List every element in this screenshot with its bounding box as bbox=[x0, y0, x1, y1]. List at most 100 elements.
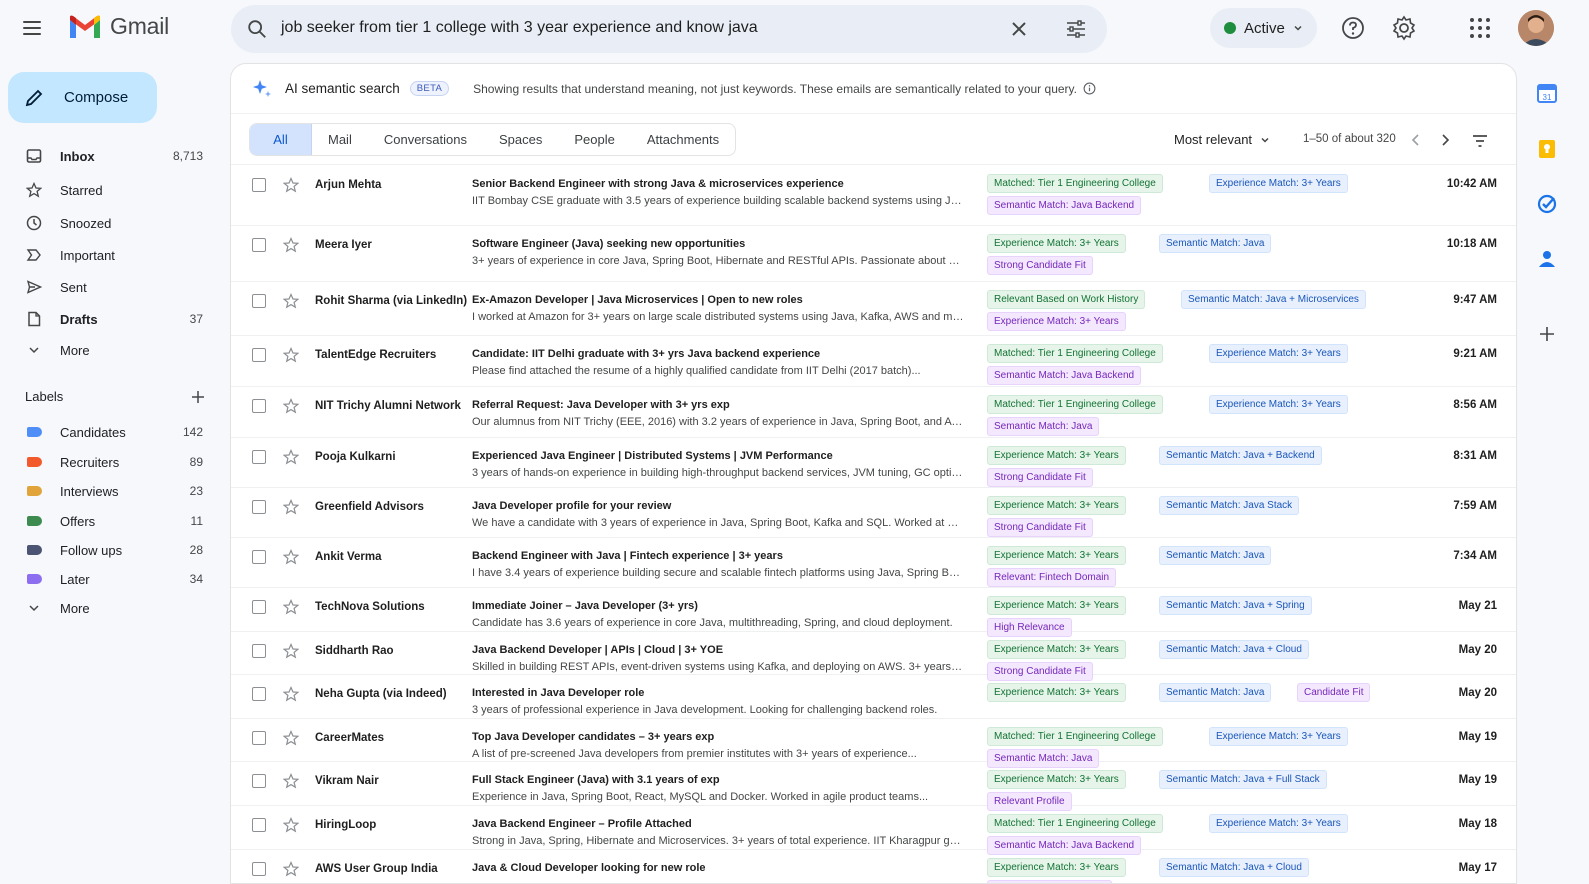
contacts-icon[interactable] bbox=[1536, 248, 1558, 270]
sidebar-item-label: Important bbox=[60, 247, 115, 263]
sidebar-item-drafts[interactable]: Drafts 37 bbox=[0, 304, 216, 334]
match-chip: Semantic Match: Java bbox=[1159, 546, 1272, 565]
sidebar: Compose Inbox 8,713 Starred Snoozed Impo… bbox=[0, 62, 230, 884]
row-checkbox[interactable] bbox=[252, 862, 266, 876]
calendar-icon[interactable]: 31 bbox=[1536, 82, 1558, 104]
email-row[interactable]: Ankit Verma Backend Engineer with Java | … bbox=[231, 538, 1516, 588]
filter-icon[interactable] bbox=[1471, 132, 1489, 150]
row-checkbox[interactable] bbox=[252, 294, 266, 308]
label-recruiters[interactable]: Recruiters 89 bbox=[0, 447, 216, 477]
apps-grid-icon[interactable] bbox=[1467, 15, 1493, 41]
add-label-icon[interactable] bbox=[191, 390, 205, 404]
star-icon[interactable] bbox=[283, 686, 299, 702]
account-avatar[interactable] bbox=[1518, 10, 1554, 46]
row-checkbox[interactable] bbox=[252, 818, 266, 832]
tab-mail[interactable]: Mail bbox=[312, 124, 368, 155]
email-row[interactable]: CareerMates Top Java Developer candidates… bbox=[231, 719, 1516, 768]
star-icon[interactable] bbox=[283, 237, 299, 253]
search-options-icon[interactable] bbox=[1064, 17, 1088, 41]
sidebar-item-important[interactable]: Important bbox=[0, 240, 216, 270]
tab-conversations[interactable]: Conversations bbox=[368, 124, 483, 155]
row-checkbox[interactable] bbox=[252, 600, 266, 614]
email-row[interactable]: Greenfield Advisors Java Developer profil… bbox=[231, 488, 1516, 538]
tasks-icon[interactable] bbox=[1536, 193, 1558, 215]
email-row[interactable]: TechNova Solutions Immediate Joiner – Jav… bbox=[231, 588, 1516, 637]
search-icon[interactable] bbox=[246, 18, 268, 40]
row-checkbox[interactable] bbox=[252, 399, 266, 413]
star-icon[interactable] bbox=[283, 730, 299, 746]
row-checkbox[interactable] bbox=[252, 687, 266, 701]
search-input[interactable]: job seeker from tier 1 college with 3 ye… bbox=[281, 19, 758, 37]
email-subject: Senior Backend Engineer with strong Java… bbox=[472, 178, 844, 190]
main-menu-icon[interactable] bbox=[20, 17, 44, 41]
email-time: May 19 bbox=[1458, 731, 1497, 743]
star-icon[interactable] bbox=[283, 293, 299, 309]
clear-search-icon[interactable] bbox=[1007, 17, 1031, 41]
search-bar[interactable]: job seeker from tier 1 college with 3 ye… bbox=[231, 5, 1107, 53]
labels-more[interactable]: More bbox=[0, 593, 216, 623]
gmail-logo[interactable]: Gmail bbox=[68, 13, 169, 40]
status-label: Active bbox=[1244, 19, 1285, 37]
star-icon[interactable] bbox=[283, 861, 299, 877]
row-checkbox[interactable] bbox=[252, 774, 266, 788]
star-icon[interactable] bbox=[283, 549, 299, 565]
sidebar-item-inbox[interactable]: Inbox 8,713 bbox=[0, 141, 216, 171]
next-page-icon[interactable] bbox=[1437, 132, 1453, 148]
row-checkbox[interactable] bbox=[252, 348, 266, 362]
row-checkbox[interactable] bbox=[252, 500, 266, 514]
email-row[interactable]: Neha Gupta (via Indeed) Interested in Jav… bbox=[231, 675, 1516, 719]
sort-dropdown[interactable]: Most relevant bbox=[1174, 132, 1270, 147]
row-checkbox[interactable] bbox=[252, 731, 266, 745]
compose-button[interactable]: Compose bbox=[8, 72, 157, 123]
star-icon[interactable] bbox=[283, 817, 299, 833]
email-row[interactable]: Rohit Sharma (via LinkedIn) Ex-Amazon Dev… bbox=[231, 282, 1516, 336]
star-icon[interactable] bbox=[283, 599, 299, 615]
email-time: 9:47 AM bbox=[1453, 294, 1497, 306]
star-icon[interactable] bbox=[283, 177, 299, 193]
sidebar-item-sent[interactable]: Sent bbox=[0, 272, 216, 302]
star-icon[interactable] bbox=[283, 643, 299, 659]
email-row[interactable]: Pooja Kulkarni Experienced Java Engineer … bbox=[231, 438, 1516, 488]
email-row[interactable]: TalentEdge Recruiters Candidate: IIT Delh… bbox=[231, 336, 1516, 387]
email-row[interactable]: NIT Trichy Alumni Network Referral Reques… bbox=[231, 387, 1516, 438]
ai-search-description: Showing results that understand meaning,… bbox=[473, 81, 1077, 96]
email-row[interactable]: Meera Iyer Software Engineer (Java) seeki… bbox=[231, 226, 1516, 282]
status-selector[interactable]: Active bbox=[1210, 8, 1317, 48]
settings-gear-icon[interactable] bbox=[1391, 15, 1417, 41]
star-icon[interactable] bbox=[283, 449, 299, 465]
email-row[interactable]: Arjun Mehta Senior Backend Engineer with … bbox=[231, 166, 1516, 226]
label-later[interactable]: Later 34 bbox=[0, 564, 216, 594]
match-chip: Relevant Based on Work History bbox=[987, 290, 1146, 309]
email-row[interactable]: AWS User Group India Java & Cloud Develop… bbox=[231, 850, 1516, 883]
row-checkbox[interactable] bbox=[252, 450, 266, 464]
help-icon[interactable] bbox=[1340, 15, 1366, 41]
info-icon[interactable] bbox=[1083, 82, 1096, 95]
email-row[interactable]: Vikram Nair Full Stack Engineer (Java) wi… bbox=[231, 762, 1516, 811]
star-icon[interactable] bbox=[283, 398, 299, 414]
keep-icon[interactable] bbox=[1536, 138, 1558, 160]
row-checkbox[interactable] bbox=[252, 238, 266, 252]
sidebar-item-more[interactable]: More bbox=[0, 335, 216, 365]
sidebar-item-snoozed[interactable]: Snoozed bbox=[0, 208, 216, 238]
tab-spaces[interactable]: Spaces bbox=[483, 124, 558, 155]
star-icon[interactable] bbox=[283, 773, 299, 789]
previous-page-icon[interactable] bbox=[1408, 132, 1424, 148]
email-row[interactable]: HiringLoop Java Backend Engineer – Profil… bbox=[231, 806, 1516, 855]
row-checkbox[interactable] bbox=[252, 644, 266, 658]
label-candidates[interactable]: Candidates 142 bbox=[0, 417, 216, 447]
tab-attachments[interactable]: Attachments bbox=[631, 124, 735, 155]
match-chip: Semantic Match: Java + Backend bbox=[1159, 446, 1322, 465]
label-interviews[interactable]: Interviews 23 bbox=[0, 476, 216, 506]
label-follow-ups[interactable]: Follow ups 28 bbox=[0, 535, 216, 565]
row-checkbox[interactable] bbox=[252, 178, 266, 192]
label-offers[interactable]: Offers 11 bbox=[0, 506, 216, 536]
row-checkbox[interactable] bbox=[252, 550, 266, 564]
tab-all[interactable]: All bbox=[250, 124, 312, 155]
star-icon[interactable] bbox=[283, 347, 299, 363]
label-name: Candidates bbox=[60, 424, 126, 440]
add-addon-icon[interactable] bbox=[1536, 323, 1558, 345]
sidebar-item-starred[interactable]: Starred bbox=[0, 175, 216, 205]
star-icon[interactable] bbox=[283, 499, 299, 515]
tab-people[interactable]: People bbox=[558, 124, 630, 155]
email-row[interactable]: Siddharth Rao Java Backend Developer | AP… bbox=[231, 632, 1516, 681]
